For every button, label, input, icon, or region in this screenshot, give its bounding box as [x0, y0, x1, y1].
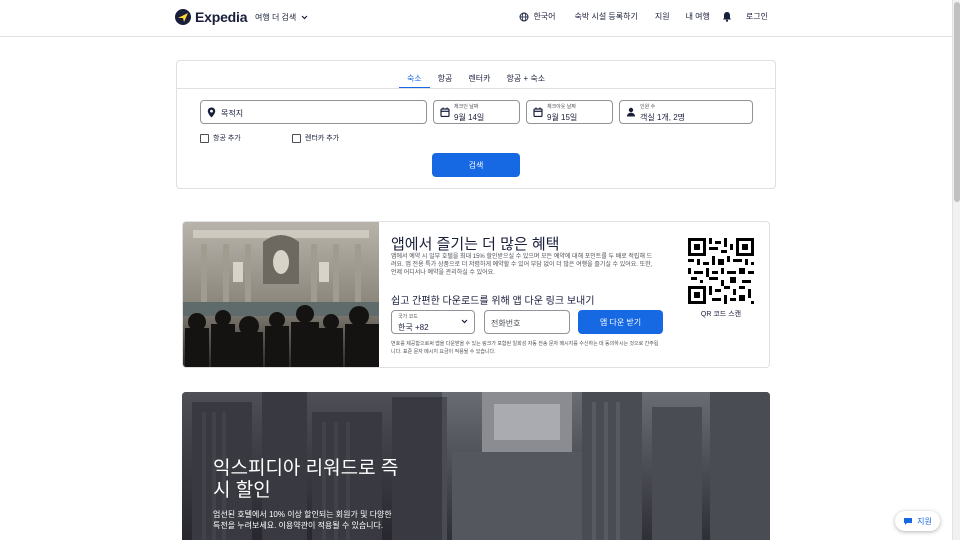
tab-flights[interactable]: 항공	[430, 69, 461, 89]
expedia-logo[interactable]: Expedia	[175, 9, 247, 25]
travelers-value: 객실 1개, 2명	[640, 113, 686, 122]
country-code-value: 한국 +82	[398, 323, 429, 332]
more-travel-menu[interactable]: 여행 더 검색	[255, 12, 308, 23]
bell-icon	[722, 12, 731, 22]
checkbox-box[interactable]	[200, 133, 209, 143]
help-label: 지원	[917, 516, 932, 526]
support-link[interactable]: 지원	[655, 11, 670, 22]
destination-input[interactable]: 목적지	[200, 100, 427, 124]
person-icon	[627, 107, 635, 117]
tab-packages[interactable]: 항공 + 숙소	[499, 69, 554, 89]
calendar-icon	[440, 107, 450, 117]
phone-number-input[interactable]: 전화번호	[484, 310, 570, 334]
search-form: 숙소 항공 렌터카 항공 + 숙소 목적지 체크인 날짜 9월 14일 체크아웃…	[176, 60, 776, 189]
checkout-label: 체크아웃 날짜	[547, 104, 576, 110]
language-label: 한국어	[533, 12, 556, 21]
travelers-field[interactable]: 인원 수 객실 1개, 2명	[619, 100, 753, 124]
add-flight-label: 항공 추가	[213, 135, 241, 142]
country-code-select[interactable]: 국가 코드 한국 +82	[391, 310, 475, 334]
rewards-banner[interactable]: 익스피디아 리워드로 즉시 할인 엄선된 호텔에서 10% 이상 할인되는 회원…	[182, 392, 770, 540]
help-chat-button[interactable]: 지원	[895, 511, 940, 531]
promo-title: 앱에서 즐기는 더 많은 혜택	[391, 236, 560, 253]
checkout-value: 9월 15일	[547, 113, 578, 122]
tabs-divider	[177, 88, 775, 89]
header-nav: 한국어 숙박 시설 등록하기 지원 내 여행 로그인	[519, 11, 768, 22]
tab-cars[interactable]: 렌터카	[460, 69, 498, 89]
scrollbar-thumb[interactable]	[954, 2, 960, 202]
rewards-body: 엄선된 호텔에서 10% 이상 할인되는 회원가 및 다양한 특전을 누려보세요…	[213, 510, 392, 530]
calendar-icon	[533, 107, 543, 117]
list-property-link[interactable]: 숙박 시설 등록하기	[575, 11, 638, 22]
brand-name: Expedia	[195, 9, 248, 25]
checkout-date-field[interactable]: 체크아웃 날짜 9월 15일	[526, 100, 613, 124]
chevron-down-icon	[301, 15, 308, 20]
rewards-title: 익스피디아 리워드로 즉시 할인	[213, 458, 399, 501]
promo-legal-text: 번호를 제공함으로써 앱을 다운받을 수 있는 링크가 포함된 일회성 자동 전…	[391, 341, 659, 355]
phone-placeholder: 전화번호	[491, 319, 521, 328]
trips-link[interactable]: 내 여행	[686, 11, 710, 22]
page-scrollbar[interactable]	[952, 0, 960, 540]
checkin-label: 체크인 날짜	[454, 104, 479, 110]
language-selector[interactable]: 한국어	[519, 11, 556, 22]
checkin-value: 9월 14일	[454, 113, 485, 122]
chevron-down-icon	[461, 319, 468, 324]
plane-logo-icon	[175, 9, 191, 25]
fountain-photo	[183, 222, 379, 367]
add-flight-checkbox[interactable]: 항공 추가	[200, 133, 241, 143]
sign-in-link[interactable]: 로그인	[746, 11, 768, 22]
search-button[interactable]: 검색	[432, 153, 520, 177]
site-header: Expedia 여행 더 검색 한국어 숙박 시설 등록하기 지원 내 여행 로…	[0, 0, 952, 37]
checkbox-box[interactable]	[292, 133, 301, 143]
location-pin-icon	[207, 107, 216, 118]
promo-body: 앱에서 예약 시 일부 호텔을 최대 15% 할인받으실 수 있으며 모든 예약…	[391, 254, 653, 276]
more-travel-label: 여행 더 검색	[255, 13, 297, 22]
globe-icon	[519, 12, 529, 21]
notifications-button[interactable]	[722, 11, 732, 22]
qr-code-label: QR 코드 스캔	[700, 311, 742, 318]
promo-subtitle: 쉽고 간편한 다운로드를 위해 앱 다운 링크 보내기	[391, 296, 595, 307]
country-code-label: 국가 코드	[398, 314, 418, 320]
get-app-link-button[interactable]: 앱 다운 받기	[578, 310, 663, 334]
chat-bubble-icon	[904, 517, 913, 525]
travelers-label: 인원 수	[640, 104, 656, 110]
add-car-label: 렌터카 추가	[305, 135, 340, 142]
tab-stays[interactable]: 숙소	[398, 69, 430, 89]
app-promo-card: 앱에서 즐기는 더 많은 혜택 앱에서 예약 시 일부 호텔을 최대 15% 할…	[182, 221, 770, 368]
search-tabs: 숙소 항공 렌터카 항공 + 숙소	[177, 69, 775, 89]
qr-code-image	[688, 238, 754, 304]
destination-placeholder: 목적지	[221, 109, 244, 118]
add-car-checkbox[interactable]: 렌터카 추가	[292, 133, 339, 143]
checkin-date-field[interactable]: 체크인 날짜 9월 14일	[433, 100, 520, 124]
